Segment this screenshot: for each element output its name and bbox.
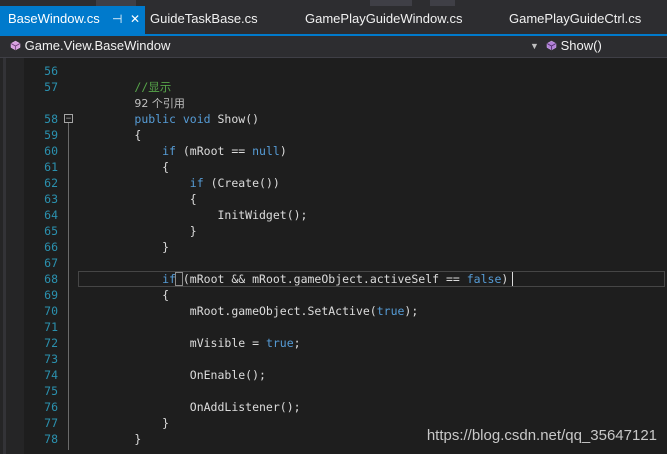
pin-icon[interactable]: ⊣: [112, 6, 122, 32]
code-line[interactable]: public void Show(): [79, 111, 259, 127]
code-line[interactable]: {: [79, 159, 169, 175]
line-number: 74: [44, 368, 58, 382]
document-tab-bar: BaseWindow.cs ⊣ ✕ GuideTaskBase.cs GameP…: [0, 6, 667, 36]
tab-gameplayguidectrl[interactable]: GamePlayGuideCtrl.cs: [509, 6, 641, 34]
csharp-class-icon: [10, 40, 21, 51]
line-number: 65: [44, 224, 58, 238]
outline-guide: [68, 123, 69, 450]
member-dropdown[interactable]: Show(): [546, 36, 666, 57]
code-line[interactable]: }: [79, 239, 169, 255]
code-line[interactable]: if (mRoot == null): [79, 143, 287, 159]
class-dropdown[interactable]: Game.View.BaseWindow ▼: [10, 36, 542, 57]
code-line[interactable]: OnAddListener();: [79, 399, 301, 415]
tab-gameplayguidewindow[interactable]: GamePlayGuideWindow.cs: [305, 6, 463, 34]
line-number: 66: [44, 240, 58, 254]
watermark-text: https://blog.csdn.net/qq_35647121: [426, 427, 657, 444]
line-number: 72: [44, 336, 58, 350]
line-number: 58: [44, 112, 58, 126]
line-number: 62: [44, 176, 58, 190]
code-line[interactable]: }: [79, 415, 169, 431]
line-number: 59: [44, 128, 58, 142]
method-icon: [546, 40, 557, 51]
line-number: 64: [44, 208, 58, 222]
code-line[interactable]: {: [79, 191, 197, 207]
line-number: 70: [44, 304, 58, 318]
line-number: 57: [44, 80, 58, 94]
code-line[interactable]: mRoot.gameObject.SetActive(true);: [79, 303, 419, 319]
code-line[interactable]: if (Create()): [79, 175, 280, 191]
code-editor[interactable]: //显示 92 个引用 public void Show() { if (mRo…: [76, 58, 667, 454]
line-number: 73: [44, 352, 58, 366]
indicator-margin: [0, 58, 24, 454]
code-line[interactable]: mVisible = true;: [79, 335, 301, 351]
line-number: 60: [44, 144, 58, 158]
tab-label: GamePlayGuideWindow.cs: [305, 11, 463, 26]
line-number: 71: [44, 320, 58, 334]
code-line[interactable]: 92 个引用: [79, 95, 185, 111]
collapse-icon[interactable]: −: [64, 114, 73, 124]
line-number-gutter: 56 57 58 59 60 61 62 63 64 65 66 67 68 69 70 71 72 73 74 75…: [24, 58, 76, 454]
line-number: 67: [44, 256, 58, 270]
code-line[interactable]: }: [79, 431, 141, 447]
code-line[interactable]: {: [79, 287, 169, 303]
tab-label: GuideTaskBase.cs: [150, 11, 258, 26]
code-line[interactable]: InitWidget();: [79, 207, 307, 223]
navigation-bar: Game.View.BaseWindow ▼ Show(): [0, 36, 667, 58]
code-line[interactable]: OnEnable();: [79, 367, 266, 383]
line-number: 68: [44, 272, 58, 286]
line-number: 75: [44, 384, 58, 398]
tab-basewindow[interactable]: BaseWindow.cs ⊣ ✕: [0, 6, 145, 34]
tab-label: BaseWindow.cs: [8, 11, 100, 26]
code-line[interactable]: if (mRoot && mRoot.gameObject.activeSelf…: [79, 271, 508, 287]
line-number: 63: [44, 192, 58, 206]
code-line[interactable]: //显示: [79, 79, 171, 95]
code-line[interactable]: }: [79, 223, 197, 239]
tab-label: GamePlayGuideCtrl.cs: [509, 11, 642, 26]
line-number: 76: [44, 400, 58, 414]
line-number: 61: [44, 160, 58, 174]
line-number: 77: [44, 416, 58, 430]
chevron-down-icon[interactable]: ▼: [530, 36, 539, 56]
code-line[interactable]: {: [79, 127, 141, 143]
text-caret: [512, 272, 513, 286]
member-label: Show(): [560, 38, 602, 53]
brace-match-highlight: [175, 272, 183, 286]
line-number: 56: [44, 64, 58, 78]
class-path-label: Game.View.BaseWindow: [24, 38, 171, 53]
close-icon[interactable]: ✕: [130, 6, 140, 32]
line-number: 69: [44, 288, 58, 302]
tab-guidetaskbase[interactable]: GuideTaskBase.cs: [150, 6, 258, 34]
line-number: 78: [44, 432, 58, 446]
